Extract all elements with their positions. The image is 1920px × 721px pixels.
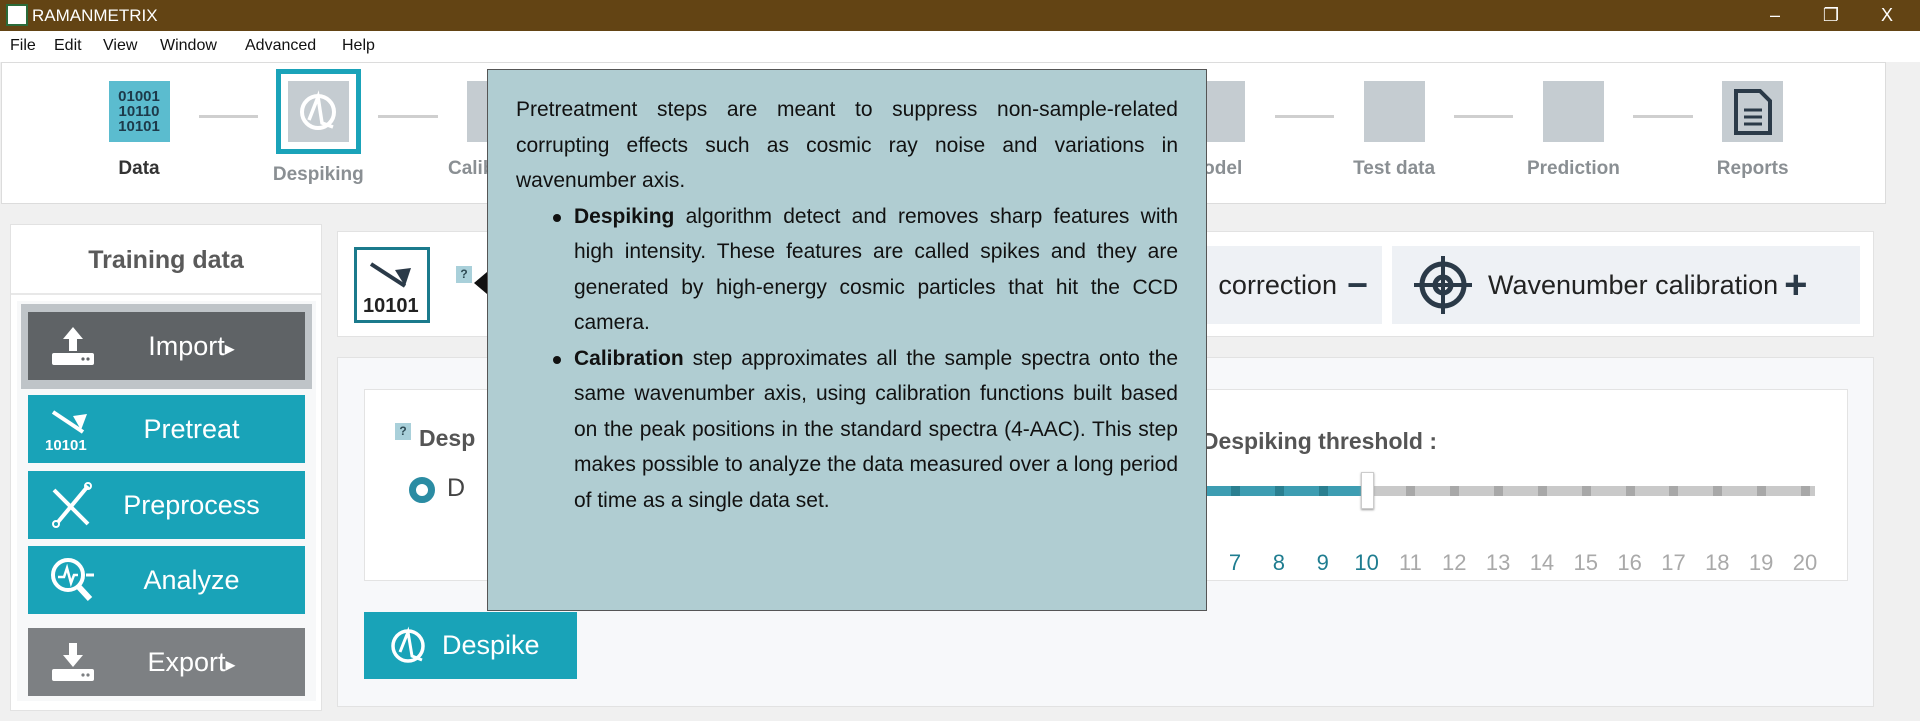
menu-help[interactable]: Help [342,37,375,55]
method-toggle-wavenumber-calibration[interactable]: Wavenumber calibration + [1392,246,1860,324]
menu-window[interactable]: Window [160,37,217,55]
slider-tick-mark [1406,486,1416,496]
workflow-step-label: Despiking [272,164,364,185]
window-title: RAMANMETRIX [32,6,158,25]
slider-tick-label: 20 [1792,550,1818,575]
slider-tick-mark [1494,486,1504,496]
help-tooltip: Pretreatment steps are meant to suppress… [487,69,1207,611]
upload-icon [28,325,118,367]
slider-tick-mark [1231,486,1241,496]
restore-button[interactable]: ❐ [1808,2,1854,29]
workflow-step-prediction[interactable]: Prediction [1498,81,1648,180]
plus-icon: + [1784,262,1808,307]
export-button[interactable]: Export▸ [28,628,305,696]
workflow-step-label: Reports [1716,158,1789,179]
preprocess-button[interactable]: Preprocess [28,471,305,539]
download-icon [28,641,118,683]
slider-tick-mark [1318,486,1328,496]
minus-icon: − [1346,264,1368,305]
title-bar: RAMANMETRIX – ❐ X [0,0,1920,31]
preprocess-icon [28,480,118,530]
slider-tick-label: 14 [1529,550,1555,575]
workflow-step-data[interactable]: 01001 10110 10101 Data [64,81,214,180]
slider-tick-label: 11 [1398,550,1422,575]
workflow-step-despiking[interactable]: Despiking [243,69,393,186]
analyze-icon [28,555,118,605]
menu-bar: File Edit View Window Advanced Help [0,31,1920,62]
slider-tick-label: 18 [1705,550,1730,575]
pretreat-button[interactable]: 10101 Pretreat [28,395,305,463]
workflow-step-test-data[interactable]: Test data [1319,81,1469,180]
despike-button[interactable]: Despike [364,612,577,679]
svg-text:10101: 10101 [363,295,419,317]
slider-tick-mark [1757,486,1767,496]
binary-data-icon: 01001 10110 10101 [108,81,170,142]
tooltip-intro: Pretreatment steps are meant to suppress… [516,98,1178,192]
close-button[interactable]: X [1864,2,1910,29]
workflow-step-label: Test data [1353,158,1436,179]
despiking-icon [391,625,425,663]
test-data-icon [1363,81,1425,142]
menu-edit[interactable]: Edit [54,37,82,55]
menu-advanced[interactable]: Advanced [245,37,316,55]
tooltip-bullet: Calibration step approximates all the sa… [553,341,1178,519]
pretreat-icon: 10101 [28,404,118,454]
slider-tick-mark [1625,486,1635,496]
workflow-step-label: Data [118,158,160,179]
target-crosshair-icon [1414,256,1472,314]
minimize-button[interactable]: – [1752,2,1798,29]
slider-tick-mark [1581,486,1591,496]
slider-tick-mark [1537,486,1547,496]
slider-tick-mark [1450,486,1460,496]
despiking-icon [275,69,361,154]
slider-tick-mark [1274,486,1284,496]
slider-tick-label: 10 [1354,550,1379,575]
slider-tick-label: 7 [1228,550,1242,575]
slider-tick-label: 15 [1573,550,1599,575]
slider-tick-label: 16 [1617,550,1642,575]
slider-tick-label: 17 [1661,550,1686,575]
slider-tick-label: 13 [1485,550,1511,575]
tooltip-bullet: Despiking algorithm detect and removes s… [553,199,1178,341]
pretreat-icon: 10101 [354,247,430,323]
slider-tick-mark [1801,486,1810,496]
panel-title: Training data [11,225,321,295]
workflow-step-label: Prediction [1526,158,1620,179]
analyze-button[interactable]: Analyze [28,546,305,614]
slider-tick-mark [1669,486,1679,496]
menu-file[interactable]: File [10,37,36,55]
help-icon[interactable]: ? [456,266,472,283]
prediction-icon [1542,81,1604,142]
svg-text:10101: 10101 [45,437,87,454]
slider-tick-label: 8 [1272,550,1286,575]
slider-handle[interactable] [1360,472,1374,509]
tooltip-pointer [474,272,487,294]
training-data-panel: Training data Import▸ 10101 Pretreat Pre… [10,224,322,711]
import-button[interactable]: Import▸ [28,312,305,380]
slider-tick-mark [1713,486,1723,496]
slider-tick-label: 12 [1442,550,1467,575]
slider-tick-label: 19 [1748,550,1774,575]
caret-right-icon: ▸ [224,337,235,360]
report-document-icon [1722,81,1784,142]
menu-view[interactable]: View [103,37,137,55]
caret-right-icon: ▸ [225,653,236,676]
slider-tick-label: 9 [1316,550,1329,575]
workflow-step-reports[interactable]: Reports [1678,81,1828,180]
app-logo-icon [6,4,28,26]
